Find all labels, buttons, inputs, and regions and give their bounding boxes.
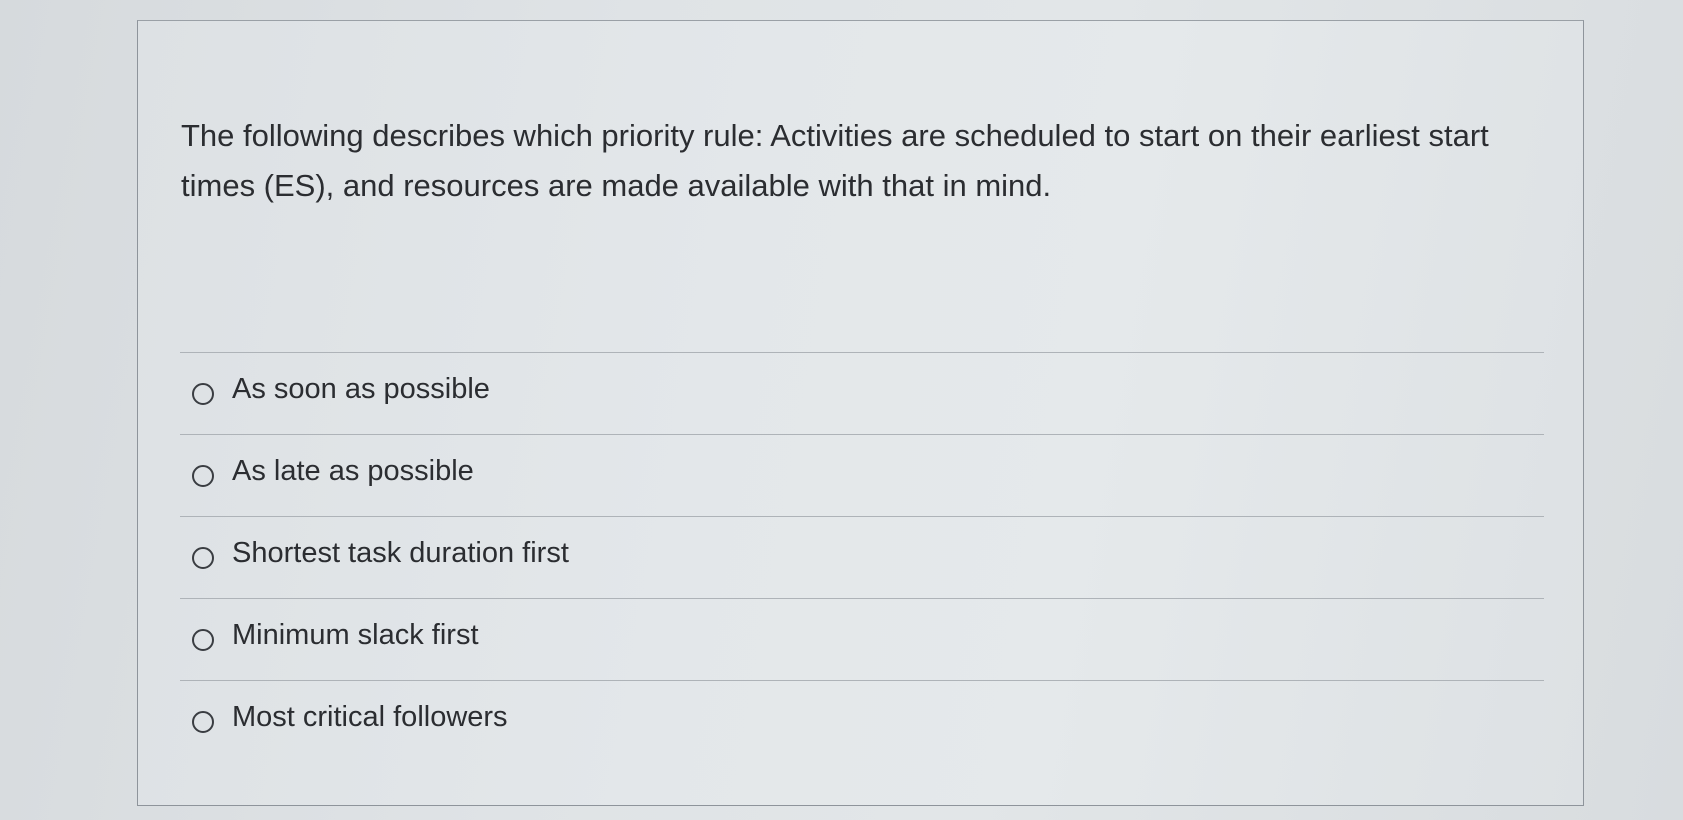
answer-option[interactable]: As late as possible	[180, 434, 1544, 516]
question-card: The following describes which priority r…	[137, 20, 1584, 806]
answer-option[interactable]: As soon as possible	[180, 352, 1544, 434]
answer-option[interactable]: Most critical followers	[180, 680, 1544, 762]
answer-option-label: Shortest task duration first	[232, 537, 569, 569]
radio-button-icon[interactable]	[192, 382, 214, 405]
answer-option[interactable]: Shortest task duration first	[180, 516, 1544, 598]
answer-option-label: As late as possible	[232, 455, 474, 487]
radio-button-icon[interactable]	[192, 628, 214, 651]
radio-button-icon[interactable]	[192, 710, 214, 733]
answer-option[interactable]: Minimum slack first	[180, 598, 1544, 680]
answer-options: As soon as possible As late as possible …	[180, 352, 1544, 762]
radio-button-icon[interactable]	[192, 464, 214, 487]
answer-option-label: As soon as possible	[232, 373, 490, 405]
answer-option-label: Most critical followers	[232, 701, 508, 733]
radio-button-icon[interactable]	[192, 546, 214, 569]
answer-option-label: Minimum slack first	[232, 619, 479, 651]
question-text: The following describes which priority r…	[181, 118, 1489, 203]
